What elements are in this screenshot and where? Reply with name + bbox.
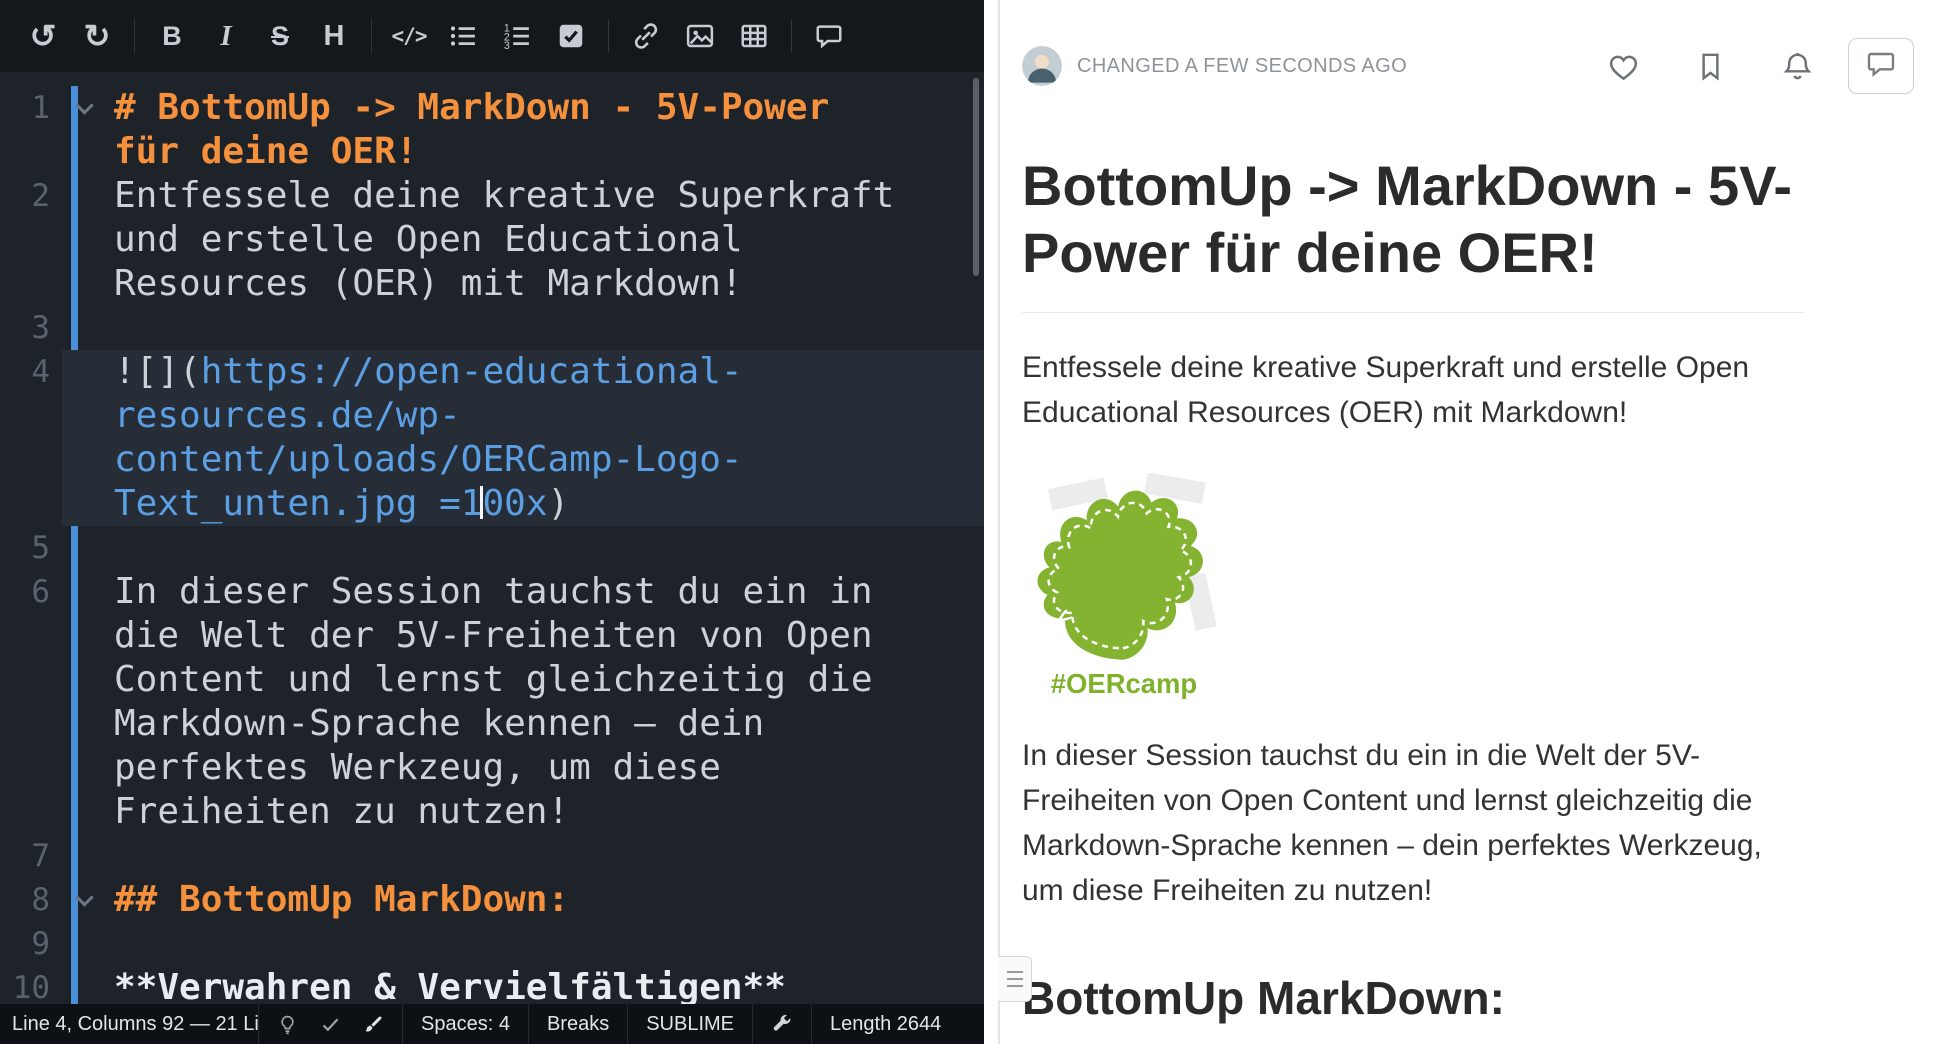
editor-line-8[interactable]: 8## BottomUp MarkDown: (0, 878, 984, 922)
line-number: 8 (0, 878, 62, 922)
editor-toolbar: ↺ ↻ B I S H </> 123 (0, 0, 984, 72)
line-number: 5 (0, 526, 62, 570)
line-number: 6 (0, 570, 62, 834)
pane-divider[interactable] (984, 0, 998, 1044)
bookmark-icon[interactable] (1694, 50, 1727, 83)
editor-line-7[interactable]: 7 (0, 834, 984, 878)
table-button[interactable] (727, 11, 781, 61)
fold-gutter (62, 306, 114, 350)
link-icon (631, 21, 661, 51)
fold-chevron-icon[interactable] (75, 96, 93, 114)
line-number: 1 (0, 86, 62, 174)
doc-length: Length 2644 (812, 1004, 959, 1044)
editor-pane: ↺↻BISH</>123 1# BottomUp -> MarkDown - 5… (0, 0, 984, 1044)
editor-line-2[interactable]: 2Entfessele deine kreative Superkraftund… (0, 174, 984, 306)
cursor-position: Line 4, Columns 92 — 21 Lines (0, 1004, 258, 1044)
preview-title: BottomUp -> MarkDown - 5V-Power für dein… (1022, 152, 1804, 313)
preview-paragraph-session: In dieser Session tauchst du ein in die … (1022, 733, 1804, 913)
brush-icon[interactable] (363, 1014, 384, 1035)
line-number: 2 (0, 174, 62, 306)
spellcheck-icon[interactable] (320, 1014, 341, 1035)
code-editor[interactable]: 1# BottomUp -> MarkDown - 5V-Powerfür de… (0, 72, 984, 1044)
editor-lines: 1# BottomUp -> MarkDown - 5V-Powerfür de… (0, 72, 984, 1010)
toolbar-separator (371, 19, 372, 53)
line-number: 3 (0, 306, 62, 350)
svg-text:3: 3 (504, 40, 510, 51)
last-changed-label: CHANGED A FEW SECONDS AGO (1077, 55, 1407, 78)
italic-button[interactable]: I (199, 11, 253, 61)
checklist-icon (556, 21, 586, 51)
linebreak-setting[interactable]: Breaks (529, 1004, 627, 1044)
strikethrough-button[interactable]: S (253, 11, 307, 61)
editor-line-6[interactable]: 6In dieser Session tauchst du ein indie … (0, 570, 984, 834)
checklist-button[interactable] (544, 11, 598, 61)
line-number: 4 (0, 350, 62, 526)
fold-gutter (62, 922, 114, 966)
editor-scrollbar[interactable] (973, 78, 979, 276)
table-icon (739, 21, 769, 51)
editor-line-3[interactable]: 3 (0, 306, 984, 350)
toolbar-separator (791, 19, 792, 53)
fold-gutter (62, 570, 114, 834)
editor-line-4[interactable]: 4![](https://open-educational-resources.… (0, 350, 984, 526)
heading-button[interactable]: H (307, 11, 361, 61)
code-button[interactable]: </> (382, 11, 436, 61)
editor-line-1[interactable]: 1# BottomUp -> MarkDown - 5V-Powerfür de… (0, 86, 984, 174)
preview-paragraph-intro: Entfessele deine kreative Superkraft und… (1022, 345, 1804, 435)
logo-caption: #OERcamp (1051, 668, 1197, 699)
note-meta-row: CHANGED A FEW SECONDS AGO (1022, 38, 1914, 94)
toolbar-separator (134, 19, 135, 53)
image-icon (685, 21, 715, 51)
editor-line-9[interactable]: 9 (0, 922, 984, 966)
comment-icon (814, 21, 844, 51)
preferences-wrench-icon[interactable] (753, 1004, 811, 1044)
oercamp-logo-image: ✂ #OERcamp (1026, 473, 1226, 701)
preview-subtitle: BottomUp MarkDown: (1022, 971, 1804, 1044)
ordered-list-icon: 123 (502, 21, 532, 51)
undo-button[interactable]: ↺ (16, 11, 70, 61)
heading-icon: H (324, 20, 345, 53)
author-avatar[interactable] (1022, 46, 1062, 86)
bold-button[interactable]: B (145, 11, 199, 61)
comments-button[interactable] (1848, 38, 1914, 94)
lightbulb-icon[interactable] (277, 1014, 298, 1035)
statusbar: Line 4, Columns 92 — 21 Lines Spaces: 4 … (0, 1004, 984, 1044)
redo-icon: ↻ (84, 17, 111, 55)
fold-gutter (62, 834, 114, 878)
link-button[interactable] (619, 11, 673, 61)
heart-icon[interactable] (1607, 50, 1640, 83)
rendered-markdown: BottomUp -> MarkDown - 5V-Power für dein… (1022, 152, 1804, 1044)
line-number: 7 (0, 834, 62, 878)
comment-button[interactable] (802, 11, 856, 61)
app-window: ↺↻BISH</>123 1# BottomUp -> MarkDown - 5… (0, 0, 1938, 1044)
undo-icon: ↺ (30, 17, 57, 55)
fold-gutter (62, 526, 114, 570)
bell-icon[interactable] (1781, 50, 1814, 83)
fold-gutter (62, 878, 114, 922)
keymap-setting[interactable]: SUBLIME (628, 1004, 752, 1044)
strikethrough-icon: S (271, 21, 289, 52)
redo-button[interactable]: ↻ (70, 11, 124, 61)
fold-gutter (62, 86, 114, 174)
fold-gutter (62, 174, 114, 306)
preview-pane: CHANGED A FEW SECONDS AGO BottomUp -> Ma… (998, 0, 1938, 1044)
tape-decoration (1144, 473, 1206, 504)
bold-icon: B (162, 21, 182, 52)
ordered-list-button[interactable]: 123 (490, 11, 544, 61)
split-grip-handle[interactable] (998, 956, 1032, 1002)
statusbar-toggles (259, 1004, 402, 1044)
note-action-icons (1607, 50, 1814, 83)
fold-chevron-icon[interactable] (75, 888, 93, 906)
line-number: 9 (0, 922, 62, 966)
bullet-list-icon (448, 21, 478, 51)
image-button[interactable] (673, 11, 727, 61)
toolbar-separator (608, 19, 609, 53)
bullet-list-button[interactable] (436, 11, 490, 61)
comment-bubble-icon (1865, 48, 1897, 85)
indent-setting[interactable]: Spaces: 4 (403, 1004, 528, 1044)
italic-icon: I (220, 20, 231, 53)
code-icon: </> (392, 24, 427, 48)
editor-line-5[interactable]: 5 (0, 526, 984, 570)
fold-gutter (62, 350, 114, 526)
